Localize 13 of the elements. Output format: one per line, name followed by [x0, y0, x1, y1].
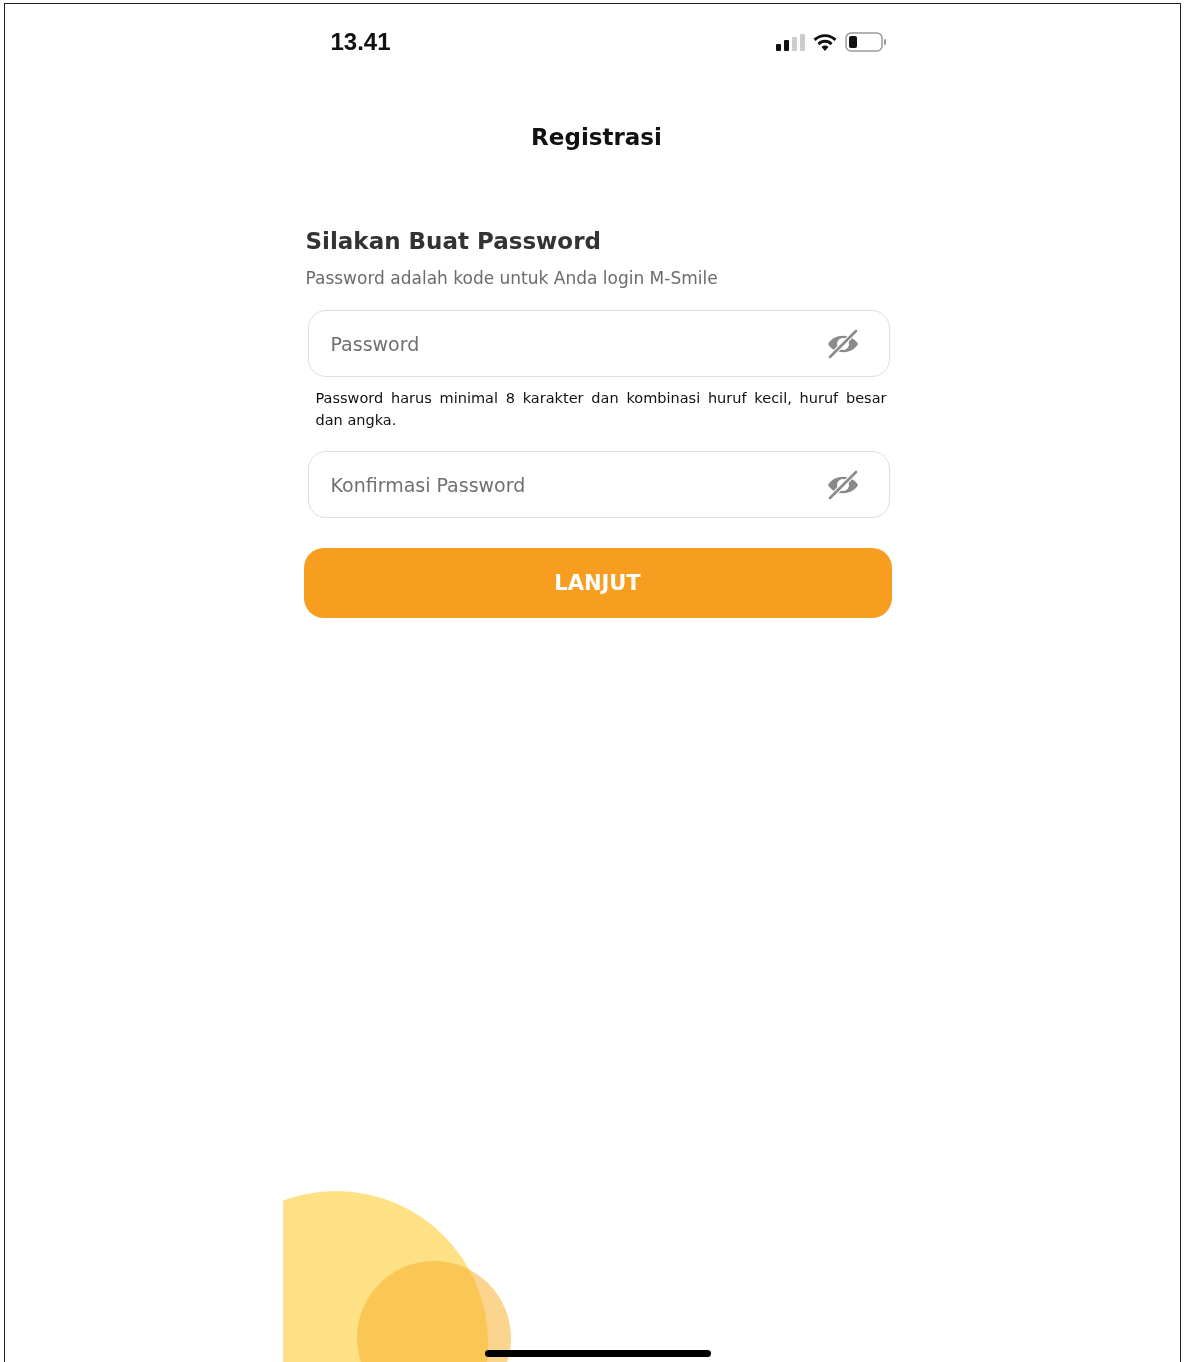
section-heading: Silakan Buat Password: [305, 228, 602, 254]
hint-text: Password harus minimal 8 karakter dan kombinasi huruf kecil, huruf besar dan angka.: [315, 389, 887, 430]
password-field[interactable]: Konfirmasi Password: [307, 451, 890, 518]
eye-slash-icon[interactable]: [825, 470, 860, 500]
eye-slash-icon[interactable]: [825, 329, 860, 359]
password-field[interactable]: Password: [307, 310, 890, 377]
page-title: Registrasi: [530, 124, 663, 150]
wifi-icon: [812, 33, 837, 51]
next-button[interactable]: LANJUT: [303, 548, 892, 618]
signal-icon: [775, 33, 805, 51]
status-time: 13.41: [330, 28, 391, 56]
battery-icon: [844, 32, 887, 52]
subtitle-text: Password adalah kode untuk Anda login M-Smile: [305, 268, 719, 288]
